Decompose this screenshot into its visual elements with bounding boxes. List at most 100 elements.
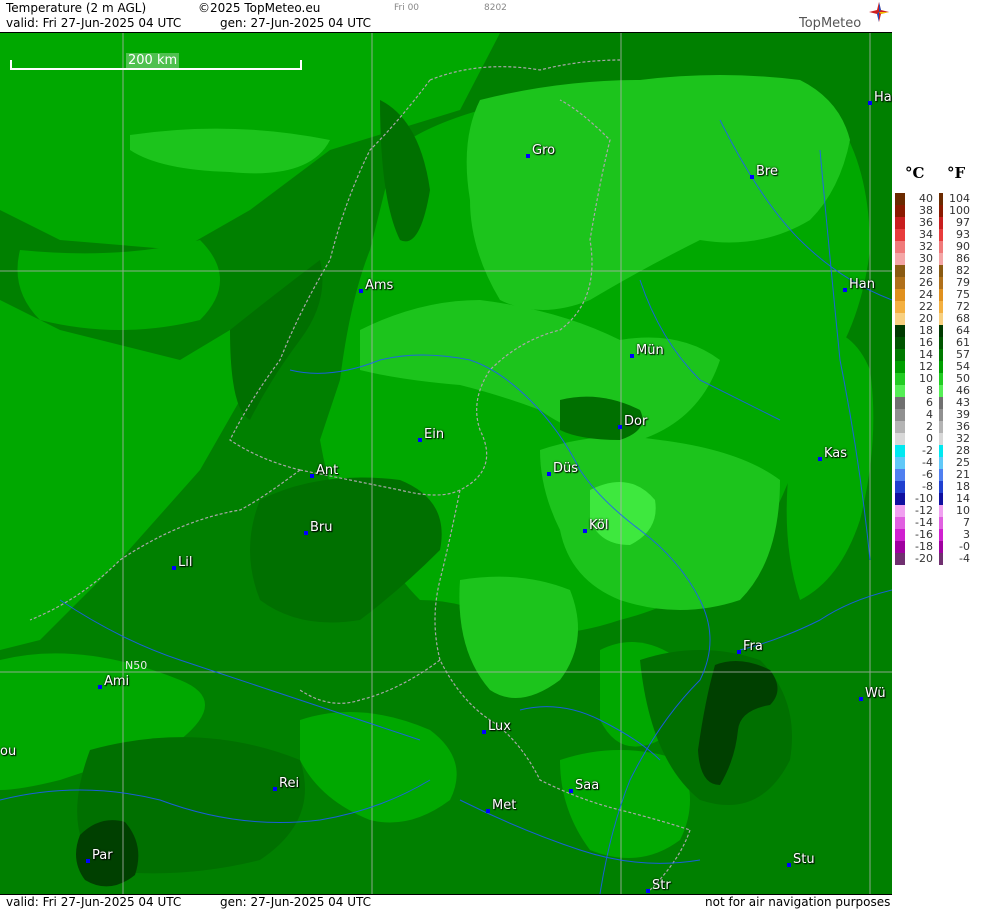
legend-swatch-f — [939, 409, 943, 421]
city-dot-icon — [818, 457, 822, 461]
legend-swatch — [895, 205, 905, 217]
city-marker[interactable]: Str — [646, 878, 671, 893]
disclaimer-text: not for air navigation purposes — [705, 895, 891, 909]
city-dot-icon — [304, 531, 308, 535]
legend-swatch — [895, 397, 905, 409]
city-marker[interactable]: Kas — [818, 446, 847, 461]
legend-fahrenheit-value: -4 — [959, 552, 970, 565]
city-marker[interactable]: Lil — [172, 555, 192, 570]
city-dot-icon — [630, 354, 634, 358]
legend-swatch — [895, 313, 905, 325]
city-marker[interactable]: Köl — [583, 518, 608, 533]
city-marker[interactable]: Ams — [359, 278, 393, 293]
city-marker[interactable]: Met — [486, 798, 516, 813]
city-marker[interactable]: Gro — [526, 143, 555, 158]
city-marker[interactable]: Ant — [310, 463, 338, 478]
city-marker[interactable]: Dor — [618, 414, 647, 429]
city-marker[interactable]: Fra — [737, 639, 763, 654]
legend-swatch — [895, 409, 905, 421]
legend-swatch-f — [939, 529, 943, 541]
legend-swatch — [895, 265, 905, 277]
city-dot-icon — [172, 566, 176, 570]
footer-generated-time: gen: 27-Jun-2025 04 UTC — [220, 895, 372, 909]
city-dot-icon — [98, 685, 102, 689]
city-marker[interactable]: Bre — [750, 164, 778, 179]
legend-swatch-f — [939, 337, 943, 349]
city-dot-icon — [418, 438, 422, 442]
temperature-map[interactable]: 200 km N50 Ha Gro Bre Ams Han Mün Ein Do… — [0, 33, 892, 894]
legend-swatch — [895, 469, 905, 481]
legend-swatch — [895, 373, 905, 385]
legend-swatch-f — [939, 349, 943, 361]
city-dot-icon — [583, 529, 587, 533]
run-label: Fri 00 — [394, 3, 420, 13]
legend-swatch — [895, 481, 905, 493]
city-dot-icon — [787, 863, 791, 867]
city-marker[interactable]: Ein — [418, 427, 444, 442]
legend-swatch — [895, 445, 905, 457]
legend-celsius-header: °C — [905, 164, 925, 182]
legend-swatch-f — [939, 481, 943, 493]
legend-swatch — [895, 289, 905, 301]
city-label[interactable]: ou — [0, 744, 16, 759]
city-dot-icon — [526, 154, 530, 158]
city-dot-icon — [569, 789, 573, 793]
temperature-legend: °C °F 40 104 38 100 36 97 34 93 32 90 30 86 28 82 26 79… — [893, 160, 983, 565]
legend-swatch-f — [939, 385, 943, 397]
city-marker[interactable]: Lux — [482, 719, 511, 734]
city-dot-icon — [618, 425, 622, 429]
legend-swatch-f — [939, 193, 943, 205]
map-footer: valid: Fri 27-Jun-2025 04 UTC gen: 27-Ju… — [0, 894, 892, 910]
city-marker[interactable]: Par — [86, 848, 113, 863]
city-dot-icon — [750, 175, 754, 179]
city-dot-icon — [868, 101, 872, 105]
city-marker[interactable]: Mün — [630, 343, 664, 358]
legend-swatch-f — [939, 493, 943, 505]
city-marker[interactable]: Han — [843, 277, 875, 292]
city-marker[interactable]: Bru — [304, 520, 333, 535]
legend-swatch-f — [939, 289, 943, 301]
city-dot-icon — [843, 288, 847, 292]
legend-swatch-f — [939, 325, 943, 337]
graticule-label: N50 — [125, 659, 148, 672]
city-dot-icon — [86, 859, 90, 863]
valid-time: valid: Fri 27-Jun-2025 04 UTC — [6, 16, 182, 30]
city-marker[interactable]: Stu — [787, 852, 815, 867]
city-marker[interactable]: Düs — [547, 461, 578, 476]
city-marker[interactable]: Wü — [859, 686, 886, 701]
legend-swatch — [895, 217, 905, 229]
footer-valid-time: valid: Fri 27-Jun-2025 04 UTC — [6, 895, 182, 909]
legend-swatch — [895, 361, 905, 373]
legend-swatch-f — [939, 277, 943, 289]
copyright-text: ©2025 TopMeteo.eu — [198, 1, 321, 15]
legend-swatch-f — [939, 445, 943, 457]
legend-swatch — [895, 337, 905, 349]
legend-swatch-f — [939, 433, 943, 445]
legend-swatch — [895, 253, 905, 265]
legend-swatch — [895, 517, 905, 529]
legend-swatch-f — [939, 421, 943, 433]
city-dot-icon — [273, 787, 277, 791]
legend-swatch — [895, 433, 905, 445]
city-dot-icon — [486, 809, 490, 813]
legend-swatch-f — [939, 397, 943, 409]
legend-swatch-f — [939, 553, 943, 565]
city-marker[interactable]: Rei — [273, 776, 299, 791]
legend-row: -20 -4 — [893, 552, 983, 565]
product-code: 8202 — [484, 3, 507, 13]
city-dot-icon — [359, 289, 363, 293]
legend-swatch-f — [939, 469, 943, 481]
legend-swatch — [895, 493, 905, 505]
city-marker[interactable]: Ami — [98, 674, 129, 689]
legend-swatch-f — [939, 373, 943, 385]
city-marker[interactable]: Ha — [868, 90, 892, 105]
city-marker[interactable]: Saa — [569, 778, 599, 793]
topmeteo-logo-icon — [869, 2, 889, 22]
legend-swatch — [895, 505, 905, 517]
city-dot-icon — [310, 474, 314, 478]
legend-swatch — [895, 457, 905, 469]
city-dot-icon — [482, 730, 486, 734]
map-title: Temperature (2 m AGL) — [6, 1, 147, 15]
legend-swatch — [895, 553, 905, 565]
temperature-field — [0, 33, 892, 894]
